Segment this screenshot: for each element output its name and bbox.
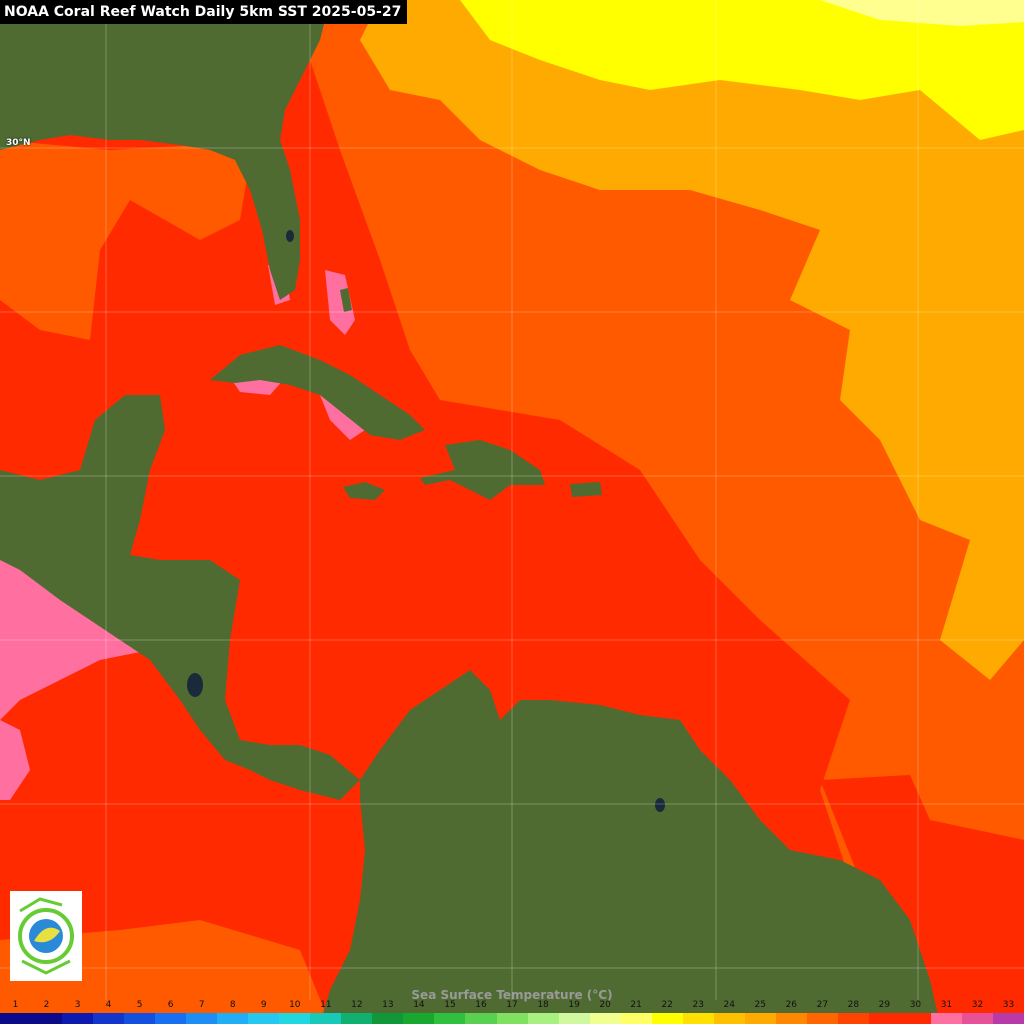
colorbar-segment bbox=[310, 1013, 342, 1024]
lake-guri bbox=[655, 798, 665, 812]
colorbar-segment bbox=[124, 1013, 156, 1024]
colorbar-segment bbox=[961, 1013, 993, 1024]
colorbar-tick-label: 19 bbox=[568, 1000, 580, 1010]
colorbar-segment bbox=[527, 1013, 559, 1024]
noaa-crw-logo-icon bbox=[10, 891, 82, 981]
colorbar-segment bbox=[217, 1013, 249, 1024]
colorbar-tick-label: 7 bbox=[198, 1000, 205, 1010]
colorbar-tick-label: 23 bbox=[692, 1000, 704, 1010]
colorbar-tick-label: 20 bbox=[599, 1000, 611, 1010]
lake-okeechobee bbox=[286, 230, 294, 242]
colorbar-ticks: 1 2 3 4 5 6 7 8 9 10 11 12 13 14 15 16 17 18 19 20 21 22 23 24 2… bbox=[0, 998, 1024, 1012]
colorbar-segment bbox=[0, 1013, 32, 1024]
colorbar-segment bbox=[186, 1013, 218, 1024]
colorbar-tick-label: 32 bbox=[971, 1000, 984, 1010]
colorbar-tick-label: 29 bbox=[878, 1000, 891, 1010]
colorbar-gradient bbox=[0, 1013, 1024, 1024]
colorbar-tick-label: 1 bbox=[12, 1000, 19, 1010]
colorbar-tick-label: 2 bbox=[43, 1000, 50, 1010]
colorbar-tick-label: 3 bbox=[74, 1000, 81, 1010]
map-title: NOAA Coral Reef Watch Daily 5km SST 2025… bbox=[0, 0, 408, 24]
colorbar-segment bbox=[899, 1013, 931, 1024]
colorbar-segment bbox=[155, 1013, 187, 1024]
colorbar-tick-label: 33 bbox=[1002, 1000, 1015, 1010]
colorbar-tick-label: 8 bbox=[229, 1000, 236, 1010]
colorbar-tick-label: 4 bbox=[105, 1000, 112, 1010]
land-puerto-rico bbox=[570, 482, 602, 497]
colorbar-tick-label: 26 bbox=[785, 1000, 798, 1010]
colorbar-segment bbox=[682, 1013, 714, 1024]
colorbar-segment bbox=[993, 1013, 1024, 1024]
colorbar-segment bbox=[372, 1013, 404, 1024]
colorbar-segment bbox=[930, 1013, 962, 1024]
colorbar-segment bbox=[403, 1013, 435, 1024]
colorbar-tick-label: 25 bbox=[754, 1000, 766, 1010]
colorbar-tick-label: 15 bbox=[444, 1000, 456, 1010]
colorbar-segment bbox=[496, 1013, 528, 1024]
colorbar-segment bbox=[713, 1013, 745, 1024]
colorbar-tick-label: 27 bbox=[816, 1000, 829, 1010]
colorbar-tick-label: 12 bbox=[351, 1000, 363, 1010]
colorbar-tick-label: 30 bbox=[909, 1000, 922, 1010]
latitude-label: 30°N bbox=[6, 138, 31, 148]
colorbar: 1 2 3 4 5 6 7 8 9 10 11 12 13 14 15 16 17 18 19 20 21 22 23 24 2… bbox=[0, 998, 1024, 1024]
colorbar-tick-label: 13 bbox=[382, 1000, 394, 1010]
colorbar-tick-label: 10 bbox=[289, 1000, 301, 1010]
colorbar-tick-label: 18 bbox=[537, 1000, 549, 1010]
colorbar-tick-label: 5 bbox=[136, 1000, 143, 1010]
colorbar-segment bbox=[31, 1013, 63, 1024]
sst-map bbox=[0, 0, 1024, 1024]
colorbar-tick-label: 22 bbox=[661, 1000, 673, 1010]
colorbar-segment bbox=[558, 1013, 590, 1024]
colorbar-segment bbox=[806, 1013, 838, 1024]
colorbar-segment bbox=[93, 1013, 125, 1024]
colorbar-segment bbox=[620, 1013, 652, 1024]
colorbar-tick-label: 16 bbox=[475, 1000, 487, 1010]
colorbar-segment bbox=[651, 1013, 683, 1024]
map-viewport[interactable]: NOAA Coral Reef Watch Daily 5km SST 2025… bbox=[0, 0, 1024, 1024]
colorbar-segment bbox=[744, 1013, 776, 1024]
colorbar-tick-label: 14 bbox=[413, 1000, 425, 1010]
colorbar-segment bbox=[465, 1013, 497, 1024]
colorbar-segment bbox=[248, 1013, 280, 1024]
colorbar-tick-label: 31 bbox=[940, 1000, 953, 1010]
colorbar-tick-label: 17 bbox=[506, 1000, 518, 1010]
colorbar-segment bbox=[837, 1013, 869, 1024]
colorbar-segment bbox=[341, 1013, 373, 1024]
colorbar-segment bbox=[775, 1013, 807, 1024]
colorbar-tick-label: 21 bbox=[630, 1000, 642, 1010]
colorbar-segment bbox=[868, 1013, 900, 1024]
lake-nicaragua bbox=[187, 673, 203, 697]
colorbar-tick-label: 24 bbox=[723, 1000, 735, 1010]
colorbar-segment bbox=[589, 1013, 621, 1024]
colorbar-segment bbox=[279, 1013, 311, 1024]
colorbar-segment bbox=[434, 1013, 466, 1024]
colorbar-tick-label: 9 bbox=[260, 1000, 267, 1010]
colorbar-tick-label: 6 bbox=[167, 1000, 174, 1010]
colorbar-tick-label: 11 bbox=[320, 1000, 332, 1010]
colorbar-segment bbox=[62, 1013, 94, 1024]
colorbar-tick-label: 28 bbox=[847, 1000, 860, 1010]
